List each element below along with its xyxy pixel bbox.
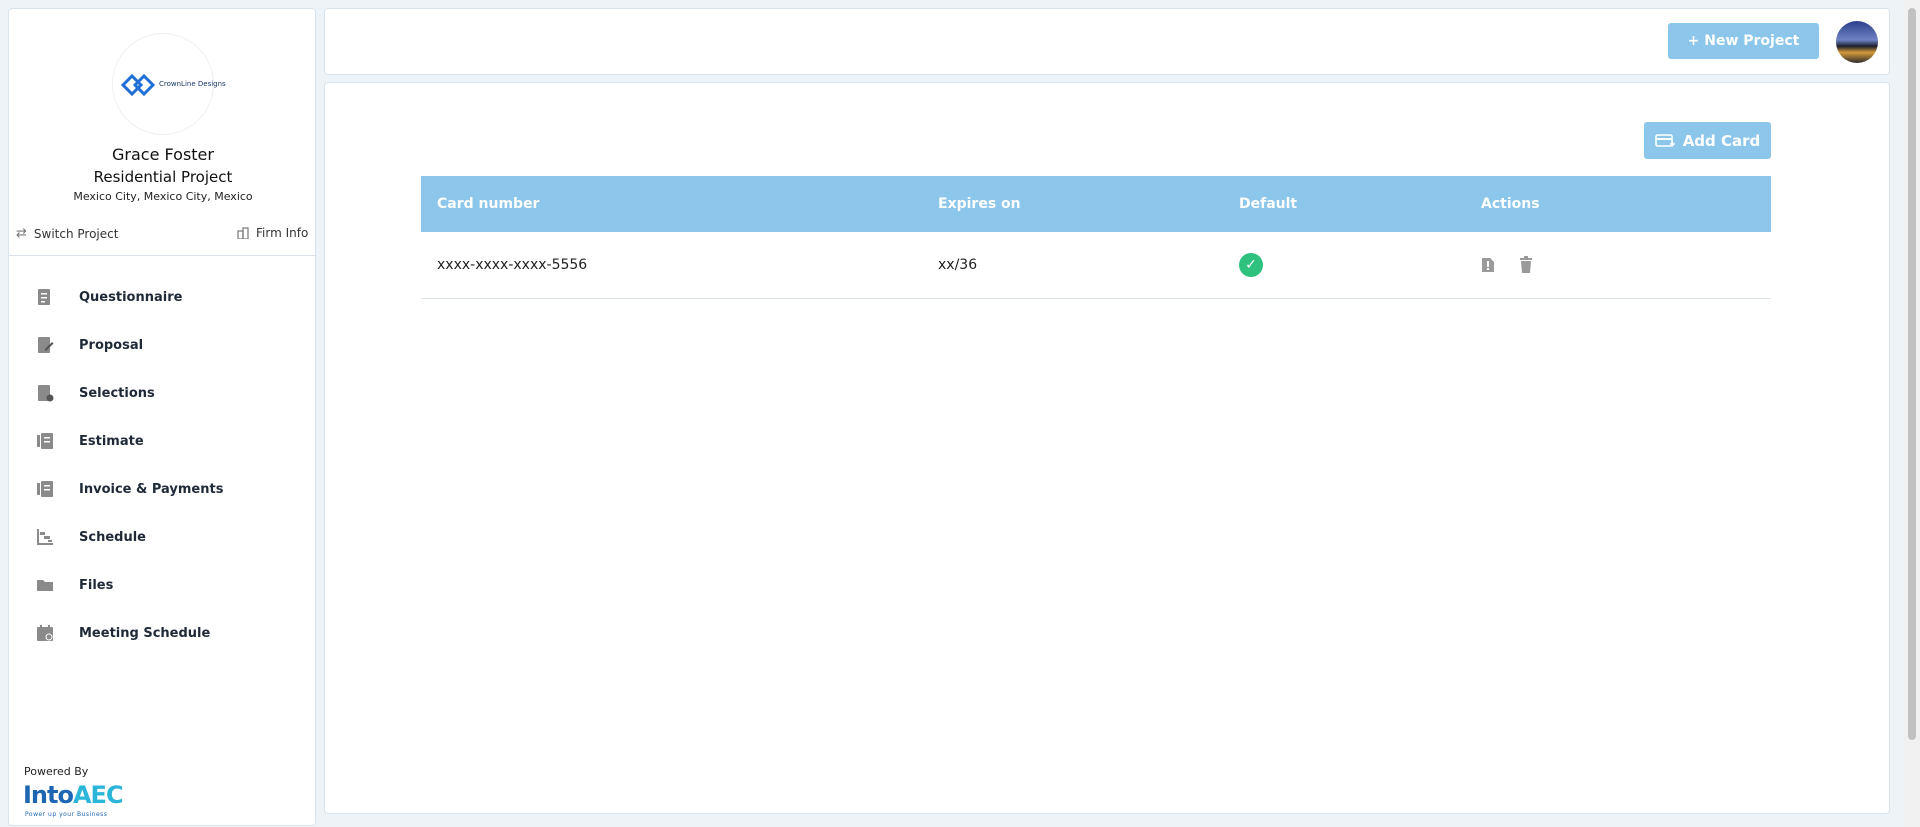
brand-part1: Into — [23, 781, 74, 809]
expires-on-cell: xx/36 — [938, 257, 978, 273]
sidebar-item-estimate[interactable]: Estimate — [9, 417, 317, 465]
sidebar-item-label: Estimate — [79, 433, 144, 449]
sidebar-nav: Questionnaire Proposal Selections Estima… — [9, 273, 317, 657]
cards-table: Card number Expires on Default Actions x… — [421, 176, 1771, 299]
folder-icon — [37, 580, 53, 591]
column-header-expires-on: Expires on — [938, 196, 1021, 212]
firm-info-link[interactable]: Firm Info — [237, 226, 308, 240]
add-card-icon — [1654, 133, 1675, 147]
sidebar-item-label: Invoice & Payments — [79, 481, 224, 497]
project-name: Residential Project — [93, 168, 233, 186]
invoice-icon — [37, 481, 53, 497]
powered-by-label: Powered By — [24, 765, 89, 778]
payment-cards-panel: Add Card Card number Expires on Default … — [324, 82, 1890, 814]
document-alert-icon — [1482, 258, 1494, 272]
table-row: xxxx-xxxx-xxxx-5556 xx/36 ✓ — [421, 232, 1771, 299]
table-header: Card number Expires on Default Actions — [421, 176, 1771, 232]
column-header-default: Default — [1239, 196, 1298, 212]
add-card-label: Add Card — [1682, 131, 1761, 150]
schedule-icon — [37, 529, 53, 545]
brand-tagline: Power up your Business — [25, 811, 108, 818]
sidebar-item-label: Selections — [79, 385, 155, 401]
column-header-actions: Actions — [1481, 196, 1540, 212]
sidebar-item-questionnaire[interactable]: Questionnaire — [9, 273, 317, 321]
brand-part2: AEC — [72, 781, 124, 809]
sidebar-item-label: Questionnaire — [79, 289, 183, 305]
selections-icon — [38, 385, 54, 402]
client-name: Grace Foster — [112, 145, 214, 164]
project-location: Mexico City, Mexico City, Mexico — [73, 190, 253, 203]
firm-info-label: Firm Info — [256, 226, 309, 240]
sidebar-item-schedule[interactable]: Schedule — [9, 513, 317, 561]
sidebar-item-label: Meeting Schedule — [79, 625, 211, 641]
default-cell: ✓ — [1223, 253, 1465, 277]
top-header: + New Project — [324, 8, 1890, 75]
new-project-button[interactable]: + New Project — [1668, 23, 1819, 59]
sidebar-item-meeting-schedule[interactable]: Meeting Schedule — [9, 609, 317, 657]
scrollbar-thumb[interactable] — [1908, 8, 1916, 740]
delete-card-button[interactable] — [1519, 256, 1533, 274]
sidebar-item-label: Files — [79, 577, 114, 593]
add-card-button[interactable]: Add Card — [1644, 122, 1771, 159]
trash-icon — [1520, 256, 1532, 273]
calendar-icon — [37, 625, 53, 641]
default-check-icon: ✓ — [1239, 253, 1263, 277]
switch-project-link[interactable]: ⇄ Switch Project — [16, 226, 118, 241]
logo-text: CrownLine Designs — [159, 80, 226, 88]
proposal-icon — [38, 337, 54, 353]
user-avatar[interactable] — [1836, 21, 1878, 63]
building-icon — [237, 227, 249, 239]
sidebar-item-invoice-payments[interactable]: Invoice & Payments — [9, 465, 317, 513]
questionnaire-icon — [38, 289, 50, 305]
set-default-button[interactable] — [1481, 257, 1495, 273]
sidebar-divider — [9, 255, 317, 256]
column-header-card-number: Card number — [437, 196, 540, 212]
sidebar-item-files[interactable]: Files — [9, 561, 317, 609]
sidebar: CrownLine Designs Grace Foster Residenti… — [8, 8, 317, 826]
switch-project-label: Switch Project — [33, 226, 119, 241]
sidebar-item-selections[interactable]: Selections — [9, 369, 317, 417]
card-number-cell: xxxx-xxxx-xxxx-5556 — [437, 257, 588, 273]
actions-cell — [1465, 256, 1771, 274]
sidebar-item-label: Proposal — [79, 337, 144, 353]
page-scrollbar[interactable] — [1904, 0, 1920, 827]
intoaec-logo[interactable]: IntoAEC Power up your Business — [23, 781, 124, 818]
sidebar-item-proposal[interactable]: Proposal — [9, 321, 317, 369]
crownline-logo-icon — [120, 73, 156, 97]
swap-icon: ⇄ — [16, 226, 27, 241]
sidebar-item-label: Schedule — [79, 529, 146, 545]
estimate-icon — [37, 433, 53, 449]
firm-logo: CrownLine Designs — [112, 33, 226, 135]
